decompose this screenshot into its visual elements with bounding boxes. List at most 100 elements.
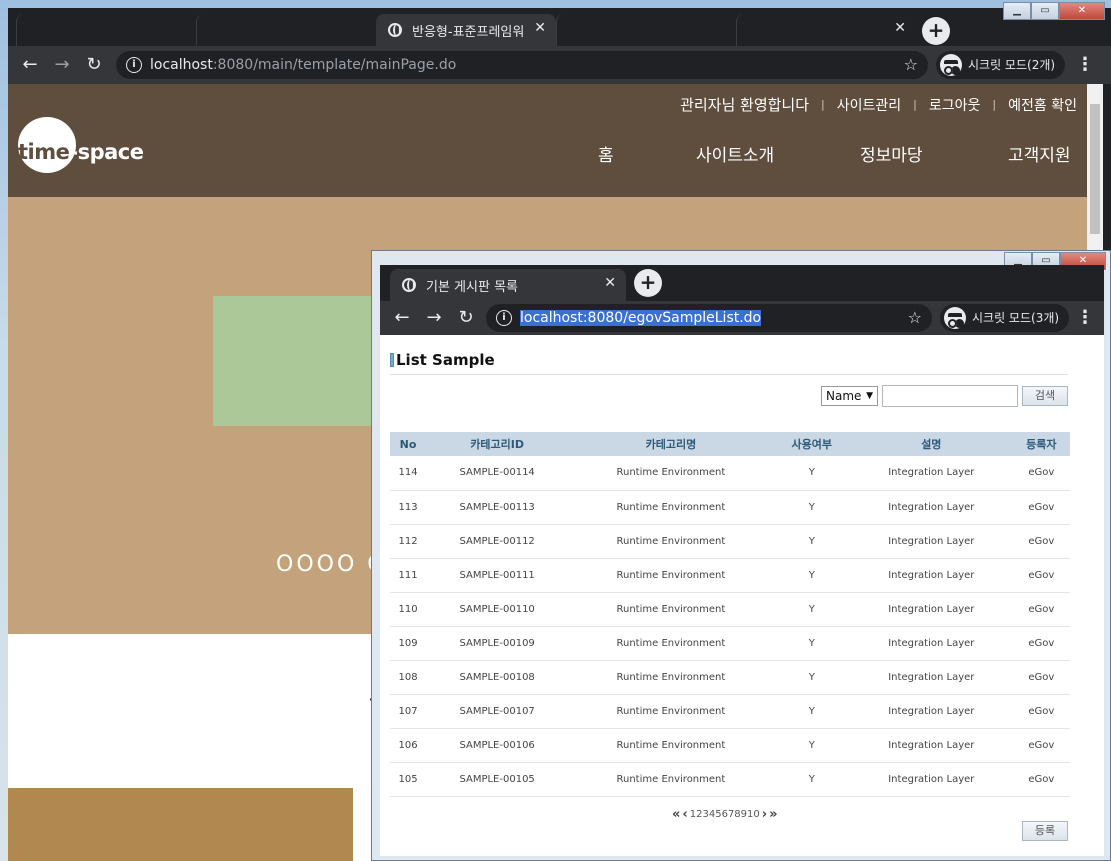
table-cell: Runtime Environment (568, 762, 774, 797)
table-cell: eGov (1012, 660, 1070, 695)
first-page-icon[interactable]: « (672, 807, 680, 822)
table-row[interactable]: 108 SAMPLE-00108 Runtime Environment Y Integ… (390, 660, 1070, 695)
table-cell: eGov (1012, 762, 1070, 797)
table-cell: Runtime Environment (568, 490, 774, 525)
table-cell[interactable]: SAMPLE-00113 (426, 490, 569, 525)
table-cell[interactable]: SAMPLE-00112 (426, 524, 569, 559)
incognito-icon (940, 54, 962, 76)
table-row[interactable]: 105 SAMPLE-00105 Runtime Environment Y Integ… (390, 762, 1070, 797)
table-cell: 110 (390, 592, 427, 627)
table-cell[interactable]: SAMPLE-00107 (426, 694, 569, 729)
forward-arrow-icon[interactable]: → (50, 54, 74, 75)
incognito-indicator[interactable]: 시크릿 모드(3개) (940, 304, 1070, 332)
table-row[interactable]: 114 SAMPLE-00114 Runtime Environment Y Integ… (390, 456, 1070, 491)
table-cell: Integration Layer (850, 660, 1013, 695)
table-cell: Y (773, 592, 850, 627)
bookmark-star-icon[interactable]: ☆ (908, 304, 922, 332)
table-cell: eGov (1012, 490, 1070, 525)
table-cell: Runtime Environment (568, 626, 774, 661)
table-cell: eGov (1012, 456, 1070, 491)
info-icon[interactable]: i (126, 57, 142, 73)
close-tab-icon[interactable]: ✕ (894, 20, 906, 36)
menu-kebab-icon[interactable]: ⋮ (1076, 307, 1094, 328)
tab-blank-3[interactable] (556, 14, 736, 46)
close-tab-icon[interactable]: ✕ (534, 20, 546, 36)
new-tab-button[interactable]: + (922, 17, 950, 45)
table-row[interactable]: 113 SAMPLE-00113 Runtime Environment Y Integ… (390, 490, 1070, 525)
address-bar[interactable]: i localhost:8080/main/template/mainPage.… (116, 51, 928, 79)
minimize-button[interactable]: ▁ (1003, 2, 1031, 20)
maximize-button[interactable]: ▭ (1031, 2, 1059, 20)
table-cell[interactable]: SAMPLE-00110 (426, 592, 569, 627)
menu-about[interactable]: 사이트소개 (696, 141, 774, 166)
bookmark-star-icon[interactable]: ☆ (904, 51, 918, 79)
scrollbar-thumb[interactable] (1090, 104, 1100, 234)
table-row[interactable]: 110 SAMPLE-00110 Runtime Environment Y Integ… (390, 592, 1070, 627)
link-old-home[interactable]: 예전홈 확인 (1008, 95, 1077, 115)
table-cell: Runtime Environment (568, 728, 774, 763)
page-numbers[interactable]: 12345678910 (690, 809, 760, 820)
table-cell[interactable]: SAMPLE-00106 (426, 728, 569, 763)
close-tab-icon[interactable]: ✕ (604, 275, 616, 291)
table-cell: Runtime Environment (568, 660, 774, 695)
table-cell: Y (773, 660, 850, 695)
front-toolbar: ← → ↻ i localhost:8080/egovSampleList.do… (380, 301, 1104, 335)
table-cell[interactable]: SAMPLE-00105 (426, 762, 569, 797)
table-row[interactable]: 106 SAMPLE-00106 Runtime Environment Y Integ… (390, 728, 1070, 763)
table-cell: Y (773, 490, 850, 525)
tab-main-page[interactable]: 반응형-표준프레임워 ✕ (376, 14, 556, 46)
table-cell: 111 (390, 558, 427, 593)
column-header: 사용여부 (773, 432, 850, 456)
content-card[interactable] (8, 788, 353, 861)
search-button[interactable]: 검색 (1022, 386, 1068, 406)
reload-icon[interactable]: ↻ (82, 54, 106, 75)
table-cell: 109 (390, 626, 427, 661)
prev-page-icon[interactable]: ‹ (682, 807, 687, 822)
table-cell: eGov (1012, 694, 1070, 729)
back-arrow-icon[interactable]: ← (18, 54, 42, 75)
close-window-button[interactable]: ✕ (1059, 2, 1105, 20)
table-cell[interactable]: SAMPLE-00108 (426, 660, 569, 695)
new-tab-button[interactable]: + (634, 269, 662, 297)
table-cell: Y (773, 762, 850, 797)
tab-blank-4[interactable]: ✕ (736, 14, 916, 46)
table-cell: Integration Layer (850, 694, 1013, 729)
menu-support[interactable]: 고객지원 (1008, 141, 1071, 166)
table-cell[interactable]: SAMPLE-00114 (426, 456, 569, 491)
site-logo-text[interactable]: time-space (18, 140, 144, 164)
table-row[interactable]: 111 SAMPLE-00111 Runtime Environment Y Integ… (390, 558, 1070, 593)
incognito-indicator[interactable]: 시크릿 모드(2개) (936, 51, 1066, 79)
table-row[interactable]: 109 SAMPLE-00109 Runtime Environment Y Integ… (390, 626, 1070, 661)
last-page-icon[interactable]: » (769, 807, 777, 822)
table-cell: Integration Layer (850, 728, 1013, 763)
search-keyword-input[interactable] (882, 385, 1018, 407)
table-cell: Integration Layer (850, 762, 1013, 797)
table-row[interactable]: 107 SAMPLE-00107 Runtime Environment Y Integ… (390, 694, 1070, 729)
menu-info[interactable]: 정보마당 (860, 141, 923, 166)
table-cell: Runtime Environment (568, 694, 774, 729)
link-logout[interactable]: 로그아웃 (929, 95, 981, 115)
menu-kebab-icon[interactable]: ⋮ (1076, 54, 1094, 75)
tab-board-list[interactable]: 기본 게시판 목록 ✕ (390, 269, 626, 301)
address-bar[interactable]: i localhost:8080/egovSampleList.do ☆ (486, 304, 932, 332)
tab-blank-2[interactable] (196, 14, 376, 46)
dropdown-arrow-icon: ▼ (866, 391, 873, 401)
back-arrow-icon[interactable]: ← (390, 307, 414, 328)
menu-home[interactable]: 홈 (598, 141, 614, 166)
link-site-admin[interactable]: 사이트관리 (837, 95, 901, 115)
search-condition-select[interactable]: Name ▼ (821, 386, 878, 406)
forward-arrow-icon[interactable]: → (422, 307, 446, 328)
tab-blank-1[interactable] (16, 14, 196, 46)
next-page-icon[interactable]: › (762, 807, 767, 822)
register-button[interactable]: 등록 (1022, 821, 1068, 841)
table-cell[interactable]: SAMPLE-00109 (426, 626, 569, 661)
page-title-text: List Sample (396, 351, 495, 369)
table-header-row: No 카테고리ID 카테고리명 사용여부 설명 등록자 (390, 432, 1070, 456)
reload-icon[interactable]: ↻ (454, 307, 478, 328)
table-row[interactable]: 112 SAMPLE-00112 Runtime Environment Y Integ… (390, 524, 1070, 559)
table-cell: Runtime Environment (568, 456, 774, 491)
table-cell: Integration Layer (850, 490, 1013, 525)
info-icon[interactable]: i (496, 310, 512, 326)
table-cell[interactable]: SAMPLE-00111 (426, 558, 569, 593)
tab-title: 반응형-표준프레임워 (412, 24, 525, 40)
